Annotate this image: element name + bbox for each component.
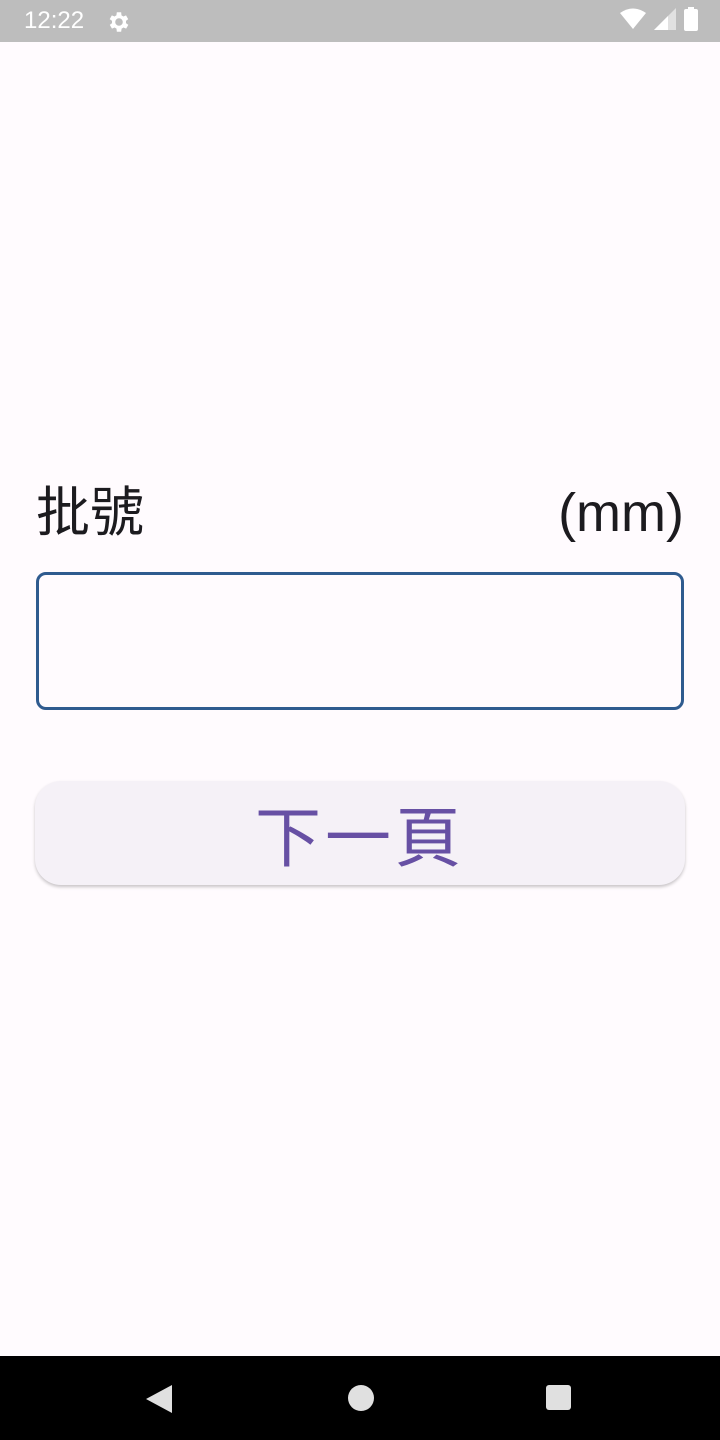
field-label-row: 批號 (mm) — [36, 478, 684, 548]
battery-icon — [684, 7, 698, 35]
unit-label: (mm) — [558, 483, 684, 543]
batch-number-label: 批號 — [36, 481, 144, 544]
next-page-button-label: 下一頁 — [255, 800, 465, 877]
signal-icon — [654, 8, 676, 34]
status-bar: 12:22 — [0, 0, 720, 42]
home-icon[interactable] — [348, 1385, 374, 1411]
navigation-bar — [0, 1356, 720, 1440]
next-page-button[interactable]: 下一頁 — [35, 781, 685, 885]
gear-icon — [106, 9, 132, 35]
wifi-icon — [620, 8, 646, 34]
recents-icon[interactable] — [546, 1385, 571, 1410]
main-content: 批號 (mm) 下一頁 — [0, 42, 720, 1356]
status-time: 12:22 — [24, 7, 85, 34]
status-icons — [620, 7, 698, 35]
back-icon[interactable] — [146, 1385, 172, 1413]
batch-number-input[interactable] — [36, 572, 684, 710]
